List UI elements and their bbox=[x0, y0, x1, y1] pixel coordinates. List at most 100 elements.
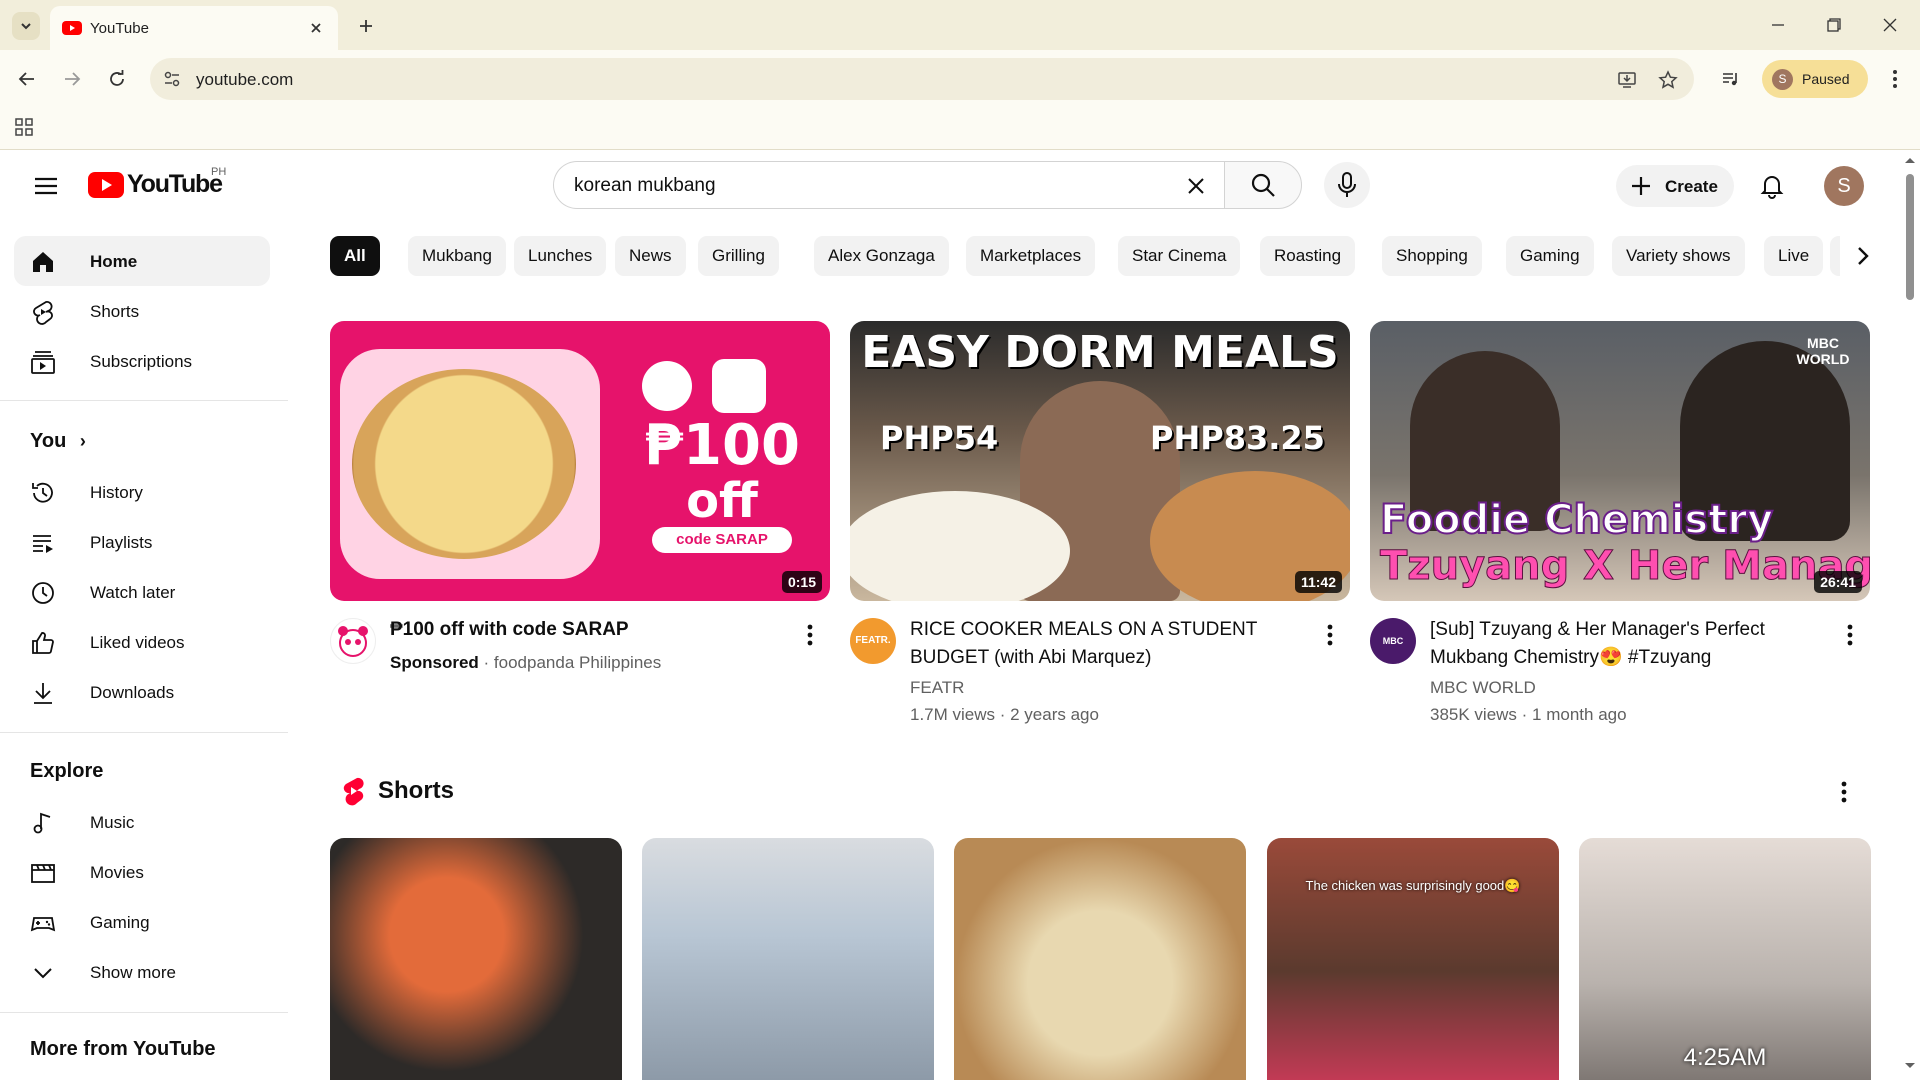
browser-menu-button[interactable] bbox=[1882, 64, 1908, 94]
channel-avatar[interactable]: MBC WORLD bbox=[1370, 618, 1416, 664]
video-duration: 0:15 bbox=[781, 571, 822, 593]
search-button[interactable] bbox=[1224, 161, 1302, 209]
apps-grid-icon[interactable] bbox=[14, 117, 34, 137]
create-button[interactable]: Create bbox=[1616, 165, 1734, 207]
scroll-up-icon[interactable] bbox=[1904, 156, 1916, 164]
chip-mukbang[interactable]: Mukbang bbox=[408, 236, 506, 276]
video-title[interactable]: [Sub] Tzuyang & Her Manager's Perfect Mu… bbox=[1430, 616, 1820, 672]
sidebar-item-liked-videos[interactable]: Liked videos bbox=[14, 617, 270, 667]
tab-search-button[interactable] bbox=[12, 12, 40, 40]
chip-live[interactable]: Live bbox=[1764, 236, 1824, 276]
video-title[interactable]: RICE COOKER MEALS ON A STUDENT BUDGET (w… bbox=[910, 616, 1300, 672]
forward-button[interactable] bbox=[57, 64, 87, 94]
account-avatar[interactable]: S bbox=[1824, 166, 1864, 206]
channel-avatar[interactable]: FEATR. bbox=[850, 618, 896, 664]
profile-avatar: S bbox=[1772, 69, 1793, 90]
chip-star-cinema[interactable]: Star Cinema bbox=[1118, 236, 1241, 276]
search-box[interactable]: korean mukbang bbox=[553, 161, 1224, 209]
chip-roasting[interactable]: Roasting bbox=[1260, 236, 1356, 276]
shorts-menu-button[interactable] bbox=[1832, 776, 1856, 808]
video-thumbnail[interactable]: MBC WORLD Foodie Chemistry Tzuyang X Her… bbox=[1370, 321, 1870, 601]
chip-alex-gonzaga[interactable]: Alex Gonzaga bbox=[814, 236, 949, 276]
sidebar-item-playlists[interactable]: Playlists bbox=[14, 517, 270, 567]
you-section-heading[interactable]: You › bbox=[30, 430, 86, 453]
sidebar-item-home[interactable]: Home bbox=[14, 236, 270, 286]
sidebar-item-watch-later[interactable]: Watch later bbox=[14, 567, 270, 617]
video-stats: 1.7M views · 2 years ago bbox=[910, 705, 1099, 724]
sidebar-divider bbox=[0, 400, 288, 401]
chip-variety-shows[interactable]: Variety shows bbox=[1612, 236, 1745, 276]
short-item[interactable] bbox=[954, 838, 1246, 1080]
sidebar-item-label: Shorts bbox=[90, 302, 140, 321]
browser-tab-youtube[interactable]: YouTube bbox=[50, 6, 338, 50]
channel-avatar[interactable] bbox=[330, 618, 376, 664]
scrollbar-thumb[interactable] bbox=[1906, 174, 1914, 300]
channel-watermark: MBC WORLD bbox=[1796, 335, 1850, 367]
playlists-icon bbox=[33, 535, 53, 553]
video-thumbnail[interactable]: EASY DORM MEALS PHP54 PHP83.25 11:42 bbox=[850, 321, 1350, 601]
sidebar-item-downloads[interactable]: Downloads bbox=[14, 667, 270, 717]
video-card[interactable]: EASY DORM MEALS PHP54 PHP83.25 11:42 FEA… bbox=[850, 321, 1350, 731]
sidebar-item-subscriptions[interactable]: Subscriptions bbox=[14, 336, 270, 386]
sidebar-item-shorts[interactable]: Shorts bbox=[14, 286, 270, 336]
youtube-logo[interactable]: YouTube bbox=[88, 170, 223, 199]
bell-icon bbox=[1760, 176, 1784, 199]
gaming-icon bbox=[30, 917, 56, 932]
scroll-down-icon[interactable] bbox=[1904, 1062, 1916, 1070]
minimize-button[interactable] bbox=[1756, 10, 1800, 40]
url-text[interactable]: youtube.com bbox=[196, 70, 293, 90]
close-window-button[interactable] bbox=[1868, 10, 1912, 40]
sidebar-item-gaming[interactable]: Gaming bbox=[14, 897, 270, 947]
video-card[interactable]: MBC WORLD Foodie Chemistry Tzuyang X Her… bbox=[1370, 321, 1870, 731]
chip-news[interactable]: News bbox=[615, 236, 686, 276]
site-info-icon[interactable] bbox=[160, 67, 184, 91]
video-menu-button[interactable] bbox=[1318, 617, 1342, 653]
chip-all[interactable]: All bbox=[330, 236, 380, 276]
sidebar-item-movies[interactable]: Movies bbox=[14, 847, 270, 897]
guide-menu-button[interactable] bbox=[26, 166, 66, 206]
chip-shopping[interactable]: Shopping bbox=[1382, 236, 1482, 276]
video-menu-button[interactable] bbox=[798, 617, 822, 653]
short-item[interactable] bbox=[330, 838, 622, 1080]
short-overlay-text: The chicken was surprisingly good😋 bbox=[1305, 878, 1521, 893]
history-icon bbox=[32, 482, 53, 503]
sidebar-item-label: Subscriptions bbox=[90, 352, 193, 371]
short-item[interactable] bbox=[642, 838, 934, 1080]
video-card-ad[interactable]: ₱100 off code SARAP 0:15 ₱100 off with c… bbox=[330, 321, 830, 731]
new-tab-button[interactable] bbox=[352, 12, 380, 40]
video-menu-button[interactable] bbox=[1838, 617, 1862, 653]
channel-name[interactable]: foodpanda Philippines bbox=[494, 653, 661, 672]
video-thumbnail[interactable]: ₱100 off code SARAP 0:15 bbox=[330, 321, 830, 601]
chip-gaming[interactable]: Gaming bbox=[1506, 236, 1594, 276]
short-item[interactable]: The chicken was surprisingly good😋 bbox=[1267, 838, 1559, 1080]
tab-close-icon[interactable] bbox=[306, 18, 326, 38]
sidebar-item-music[interactable]: Music bbox=[14, 797, 270, 847]
filter-chip-bar: All Mukbang Lunches News Grilling Alex G… bbox=[330, 236, 1870, 278]
install-app-icon[interactable] bbox=[1614, 67, 1640, 93]
sidebar-show-more[interactable]: Show more bbox=[14, 947, 270, 997]
reload-button[interactable] bbox=[102, 64, 132, 94]
media-controls-button[interactable] bbox=[1716, 64, 1746, 94]
channel-name[interactable]: MBC WORLD bbox=[1430, 678, 1536, 698]
sidebar-item-history[interactable]: History bbox=[14, 467, 270, 517]
back-button[interactable] bbox=[12, 64, 42, 94]
chip-bar-next-button[interactable] bbox=[1840, 236, 1886, 276]
sidebar-item-label: Home bbox=[90, 252, 138, 271]
search-input[interactable]: korean mukbang bbox=[574, 175, 716, 197]
clear-search-button[interactable] bbox=[1180, 170, 1212, 202]
video-title[interactable]: ₱100 off with code SARAP bbox=[390, 616, 780, 644]
bookmark-star-icon[interactable] bbox=[1655, 67, 1681, 93]
address-bar[interactable]: youtube.com bbox=[150, 58, 1694, 100]
channel-name[interactable]: FEATR bbox=[910, 678, 964, 698]
video-stats: 385K views · 1 month ago bbox=[1430, 705, 1627, 724]
notifications-button[interactable] bbox=[1752, 166, 1792, 206]
profile-paused-chip[interactable]: S Paused bbox=[1762, 60, 1868, 98]
chevron-down-icon bbox=[34, 968, 52, 979]
chip-lunches[interactable]: Lunches bbox=[514, 236, 607, 276]
restore-button[interactable] bbox=[1812, 10, 1856, 40]
page-scrollbar[interactable] bbox=[1900, 150, 1920, 1080]
chip-grilling[interactable]: Grilling bbox=[698, 236, 779, 276]
short-item[interactable]: 4:25AM bbox=[1579, 838, 1871, 1080]
voice-search-button[interactable] bbox=[1324, 162, 1370, 208]
chip-marketplaces[interactable]: Marketplaces bbox=[966, 236, 1096, 276]
